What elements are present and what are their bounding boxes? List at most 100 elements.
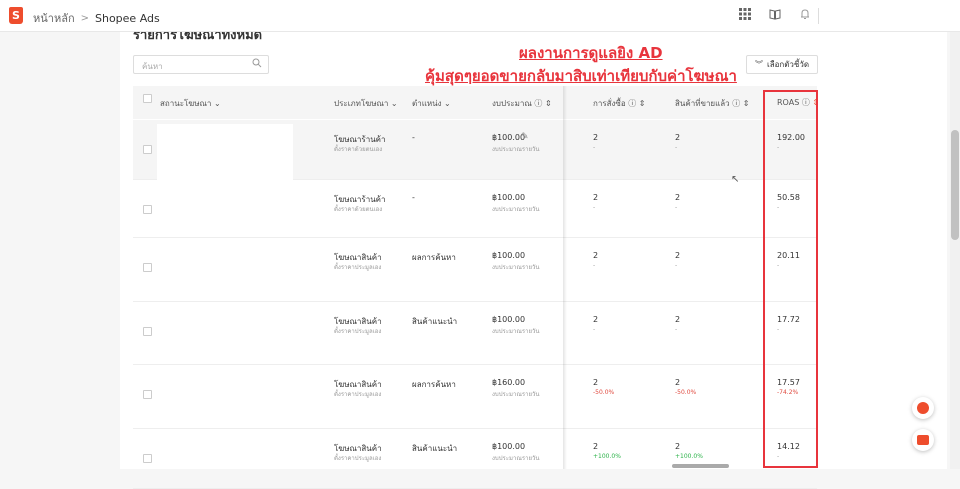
- orders-change: +100.0%: [593, 453, 621, 460]
- chevron-down-icon: ⌄: [444, 99, 451, 108]
- items-sold-value: 2: [675, 315, 681, 324]
- items-sold-change: -50.0%: [675, 389, 697, 396]
- table-row[interactable]: [133, 429, 817, 489]
- horizontal-scroll-thumb[interactable]: [672, 464, 729, 468]
- annotation-headline: ผลงานการดูแลยิง AD: [519, 44, 663, 62]
- ad-type-bidding: ตั้งราคาประมูลเอง: [334, 391, 382, 398]
- header-orders[interactable]: การสั่งซื้อ ⓘ ⇕: [593, 97, 645, 110]
- help-icon: ⓘ: [732, 99, 741, 108]
- edit-budget-icon[interactable]: ✎: [521, 132, 529, 142]
- items-sold-value: 2: [675, 133, 681, 142]
- breadcrumb-home[interactable]: หน้าหลัก: [33, 9, 75, 27]
- ad-budget-period: งบประมาณรายวัน: [492, 264, 540, 271]
- row-checkbox[interactable]: [143, 205, 152, 214]
- orders-value: 2: [593, 442, 599, 451]
- double-chevron-down-icon: ︾: [754, 60, 763, 69]
- ad-budget: ฿100.00: [492, 193, 526, 202]
- help-icon: ⓘ: [628, 99, 637, 108]
- ad-position: ผลการค้นหา: [412, 380, 456, 389]
- choose-metrics-label: เลือกตัวชี้วัด: [766, 60, 810, 69]
- apps-grid-icon[interactable]: [738, 8, 752, 22]
- orders-change: -: [593, 262, 596, 269]
- items-sold-change: -: [675, 144, 678, 151]
- ad-position: สินค้าแนะนำ: [412, 317, 458, 326]
- ad-budget-period: งบประมาณรายวัน: [492, 455, 540, 462]
- sort-icon[interactable]: ⇕: [545, 99, 552, 108]
- orders-value: 2: [593, 315, 599, 324]
- ad-type-bidding: ตั้งราคาประมูลเอง: [334, 455, 382, 462]
- orders-change: -: [593, 326, 596, 333]
- header-position[interactable]: ตำแหน่ง ⌄: [412, 97, 451, 110]
- ad-budget: ฿100.00: [492, 251, 526, 260]
- table-row[interactable]: [133, 238, 817, 302]
- help-icon: ⓘ: [534, 99, 543, 108]
- table-row[interactable]: [133, 302, 817, 365]
- breadcrumb: หน้าหลัก > Shopee Ads: [33, 9, 160, 27]
- breadcrumb-current: Shopee Ads: [95, 11, 160, 25]
- items-sold-change: -: [675, 204, 678, 211]
- ad-budget: ฿160.00: [492, 378, 526, 387]
- ad-budget: ฿100.00: [492, 442, 526, 451]
- orders-change: -: [593, 204, 596, 211]
- target-icon: [917, 402, 929, 414]
- items-sold-value: 2: [675, 193, 681, 202]
- page-scrollbar-thumb[interactable]: [951, 130, 959, 240]
- roas-highlight-box: [763, 90, 818, 468]
- orders-value: 2: [593, 251, 599, 260]
- row-checkbox[interactable]: [143, 390, 152, 399]
- table-row[interactable]: [133, 365, 817, 429]
- mouse-cursor-icon: ↖: [731, 174, 740, 185]
- ad-type-bidding: ตั้งราคาด้วยตนเอง: [334, 146, 383, 153]
- ad-position: -: [412, 133, 415, 142]
- items-sold-value: 2: [675, 251, 681, 260]
- items-sold-change: +100.0%: [675, 453, 703, 460]
- search-input[interactable]: ค้นหา: [133, 55, 269, 74]
- book-icon[interactable]: [768, 8, 782, 22]
- row-checkbox[interactable]: [143, 454, 152, 463]
- ad-budget-period: งบประมาณรายวัน: [492, 328, 540, 335]
- table-row[interactable]: [133, 180, 817, 238]
- top-bar: S หน้าหลัก > Shopee Ads: [0, 0, 960, 32]
- header-type[interactable]: ประเภทโฆษณา ⌄: [334, 97, 398, 110]
- ad-budget-period: งบประมาณรายวัน: [492, 146, 540, 153]
- header-items-sold[interactable]: สินค้าที่ขายแล้ว ⓘ ⇕: [675, 97, 749, 110]
- ad-budget-period: งบประมาณรายวัน: [492, 206, 540, 213]
- ad-thumbnail-placeholder: [157, 124, 293, 180]
- chevron-down-icon: ⌄: [390, 99, 398, 108]
- sort-icon[interactable]: ⇕: [743, 99, 750, 108]
- chevron-down-icon: ⌄: [213, 99, 221, 108]
- items-sold-change: -: [675, 262, 678, 269]
- topbar-divider: [818, 8, 819, 24]
- ad-type-bidding: ตั้งราคาประมูลเอง: [334, 328, 382, 335]
- items-sold-change: -: [675, 326, 678, 333]
- header-status[interactable]: สถานะโฆษณา ⌄: [160, 97, 221, 110]
- annotation-subline: คุ้มสุดๆยอดขายกลับมาสิบเท่าเทียบกับค่าโฆ…: [425, 67, 737, 85]
- row-checkbox[interactable]: [143, 145, 152, 154]
- chat-button[interactable]: [912, 429, 934, 451]
- row-checkbox[interactable]: [143, 263, 152, 272]
- items-sold-value: 2: [675, 378, 681, 387]
- float-action-button[interactable]: [912, 397, 934, 419]
- ad-budget-period: งบประมาณรายวัน: [492, 391, 540, 398]
- chevron-right-icon: >: [80, 12, 89, 24]
- orders-value: 2: [593, 133, 599, 142]
- sort-icon[interactable]: ⇕: [639, 99, 646, 108]
- search-placeholder: ค้นหา: [142, 62, 163, 71]
- select-all-checkbox[interactable]: [143, 94, 152, 103]
- chat-icon: [917, 435, 929, 445]
- orders-value: 2: [593, 193, 599, 202]
- row-checkbox[interactable]: [143, 327, 152, 336]
- orders-change: -50.0%: [593, 389, 615, 396]
- ad-budget: ฿100.00: [492, 315, 526, 324]
- shopee-logo-icon[interactable]: S: [9, 7, 23, 24]
- ad-type-bidding: ตั้งราคาด้วยตนเอง: [334, 206, 383, 213]
- header-budget[interactable]: งบประมาณ ⓘ ⇕: [492, 97, 552, 110]
- page-scrollbar[interactable]: [950, 32, 960, 469]
- orders-change: -: [593, 144, 596, 151]
- ad-position: -: [412, 193, 415, 202]
- choose-metrics-button[interactable]: ︾ เลือกตัวชี้วัด: [746, 55, 818, 74]
- frozen-column-shadow: [563, 86, 567, 469]
- search-icon[interactable]: [252, 58, 262, 71]
- bell-icon[interactable]: [798, 8, 812, 22]
- orders-value: 2: [593, 378, 599, 387]
